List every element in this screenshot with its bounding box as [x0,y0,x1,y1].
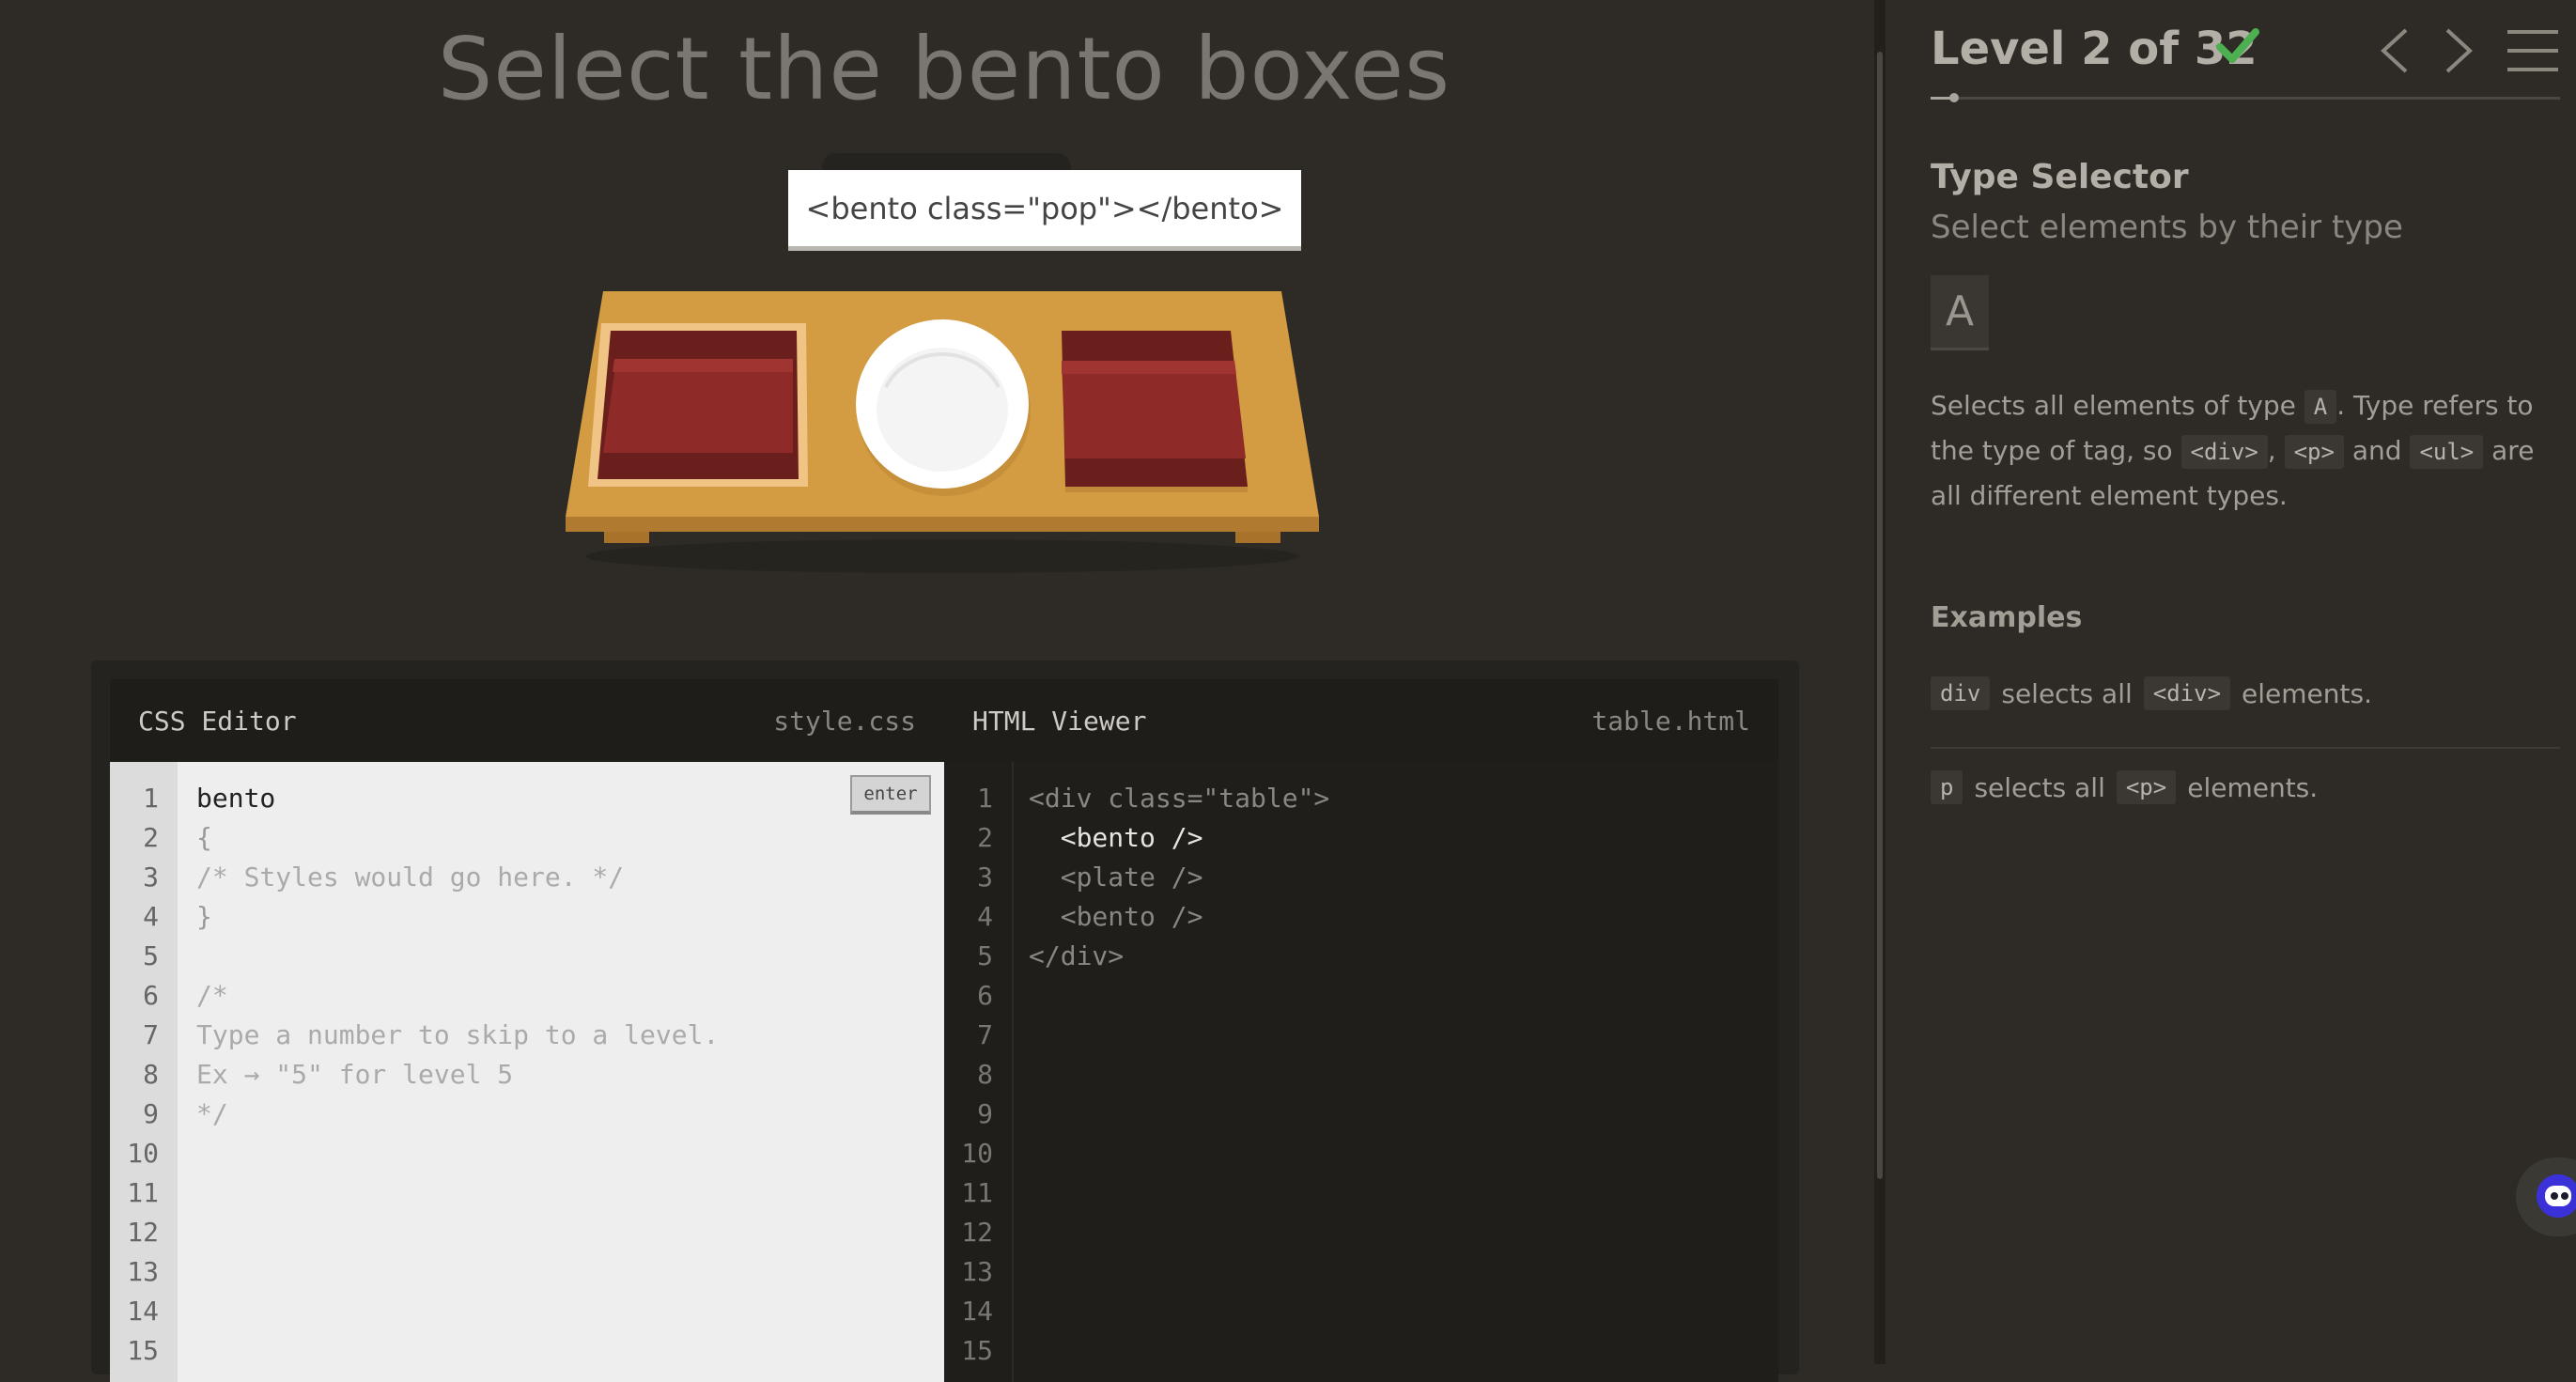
line-number: 11 [961,1177,993,1208]
html-viewer-filename: table.html [1591,705,1750,737]
line-number: 15 [961,1335,993,1366]
line-number: 4 [977,901,993,932]
table-scene [566,291,1319,573]
line-number: 10 [961,1138,993,1169]
line-number: 3 [977,862,993,893]
html-code-line[interactable]: <div class="table"> [1029,783,1329,814]
css-editor-header: CSS Editor style.css [110,679,944,762]
line-number: 9 [977,1098,993,1129]
desc-text: and [2343,435,2411,466]
html-viewer-header: HTML Viewer table.html [944,679,1778,762]
menu-icon[interactable] [2506,26,2560,75]
example-text: selects all [2001,677,2133,709]
examples-heading: Examples [1931,601,2083,634]
html-viewer-title: HTML Viewer [972,705,1147,737]
css-code-line: Type a number to skip to a level. [196,1019,720,1050]
level-progress-bar [1931,93,2560,102]
example-item: div selects all <div> elements. [1931,676,2372,710]
html-viewer: 1 2 3 4 5 6 7 8 9 10 11 12 13 14 15 <div… [944,762,1778,1382]
html-code-line[interactable]: <plate /> [1029,862,1203,893]
example-code: div [1931,676,1991,710]
html-line-gutter: 1 2 3 4 5 6 7 8 9 10 11 12 13 14 15 [944,762,1014,1382]
html-code-line[interactable]: <bento /> [1029,822,1203,853]
line-number: 2 [977,822,993,853]
example-item: p selects all <p> elements. [1931,770,2318,804]
css-editor-title: CSS Editor [138,705,297,737]
element-tooltip: <bento class="pop"></bento> [788,170,1301,251]
robot-icon[interactable] [2537,1174,2576,1218]
line-number: 7 [977,1019,993,1050]
selector-name: Type Selector [1931,158,2189,196]
table-shadow [585,539,1299,573]
line-number: 12 [127,1217,159,1248]
level-indicator: Level 2 of 32 [1931,23,2258,75]
example-text: selects all [1974,771,2105,803]
sidebar: Level 2 of 32 Type Selector Select eleme… [1885,0,2576,1364]
desc-text: Selects all elements of type [1931,390,2304,421]
line-number: 6 [143,980,159,1011]
css-line-gutter: 1 2 3 4 5 6 7 8 9 10 11 12 13 14 15 [110,762,178,1382]
line-number: 2 [143,822,159,853]
css-editor[interactable]: 1 2 3 4 5 6 7 8 9 10 11 12 13 14 15 bent… [110,762,944,1382]
selector-subtitle: Select elements by their type [1931,209,2403,246]
chevron-right-icon[interactable] [2440,26,2477,75]
selector-syntax: A [1931,275,1989,350]
code-tag: A [2304,390,2337,424]
selector-description: Selects all elements of type A. Type ref… [1931,383,2569,519]
example-text: elements. [2242,677,2372,709]
line-number: 9 [143,1098,159,1129]
line-number: 6 [977,980,993,1011]
line-number: 12 [961,1217,993,1248]
desc-text: , [2267,435,2285,466]
line-number: 4 [143,901,159,932]
check-icon [2216,28,2259,63]
enter-button[interactable]: enter [850,775,931,815]
line-number: 5 [977,940,993,971]
bento-box-2[interactable] [1062,331,1248,492]
chevron-left-icon[interactable] [2376,26,2413,75]
line-number: 14 [961,1296,993,1327]
code-tag: <ul> [2410,435,2484,469]
progress-marker [1949,93,1960,102]
line-number: 3 [143,862,159,893]
scrollbar[interactable] [1877,52,1883,1179]
css-editor-filename: style.css [773,705,916,737]
editor-panel: CSS Editor style.css HTML Viewer table.h… [91,660,1799,1382]
css-code-line: /* [196,980,228,1011]
game-area: Select the bento boxes <bento class="pop… [0,0,1879,1382]
bento-box-1[interactable] [588,323,808,487]
css-code-line: /* Styles would go here. */ [196,862,625,893]
line-number: 11 [127,1177,159,1208]
code-tag: <p> [2284,435,2344,469]
css-code-line: } [196,901,212,932]
line-number: 14 [127,1296,159,1327]
line-number: 1 [977,783,993,814]
css-code-line: { [196,822,212,853]
example-divider [1931,747,2560,749]
code-tag: <div> [2180,435,2268,469]
plate[interactable] [856,319,1031,496]
css-selector-input[interactable]: bento [196,783,275,814]
example-code: p [1931,770,1963,804]
example-text: elements. [2187,771,2319,803]
line-number: 7 [143,1019,159,1050]
line-number: 10 [127,1138,159,1169]
css-code-line: */ [196,1098,228,1129]
line-number: 5 [143,940,159,971]
line-number: 13 [961,1256,993,1287]
line-number: 8 [977,1059,993,1090]
html-code-line[interactable]: <bento /> [1029,901,1203,932]
line-number: 8 [143,1059,159,1090]
level-instruction: Select the bento boxes [437,19,1451,119]
line-number: 13 [127,1256,159,1287]
css-code-line: Ex → "5" for level 5 [196,1059,514,1090]
line-number: 15 [127,1335,159,1366]
example-tag: <div> [2143,676,2231,710]
html-code-line[interactable]: </div> [1029,940,1124,971]
line-number: 1 [143,783,159,814]
example-tag: <p> [2116,770,2177,804]
